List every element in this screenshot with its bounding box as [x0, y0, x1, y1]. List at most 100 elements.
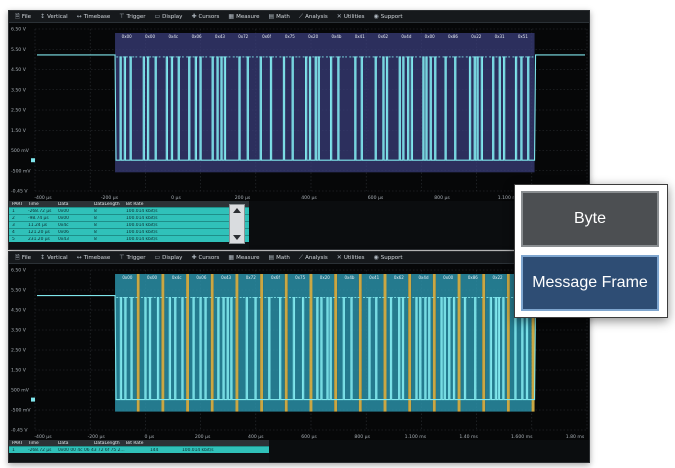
- table-row[interactable]: 2 -98.74 μs 0x00 8 100.014 kbit/s: [9, 214, 249, 221]
- menu-trigger[interactable]: ⊤ Trigger: [119, 254, 145, 261]
- decode-table[interactable]: PART Time Data DataLength Bit Rate 1 -268.72 μ…: [9, 440, 269, 462]
- table-row[interactable]: 3 11.24 μs 0x4c 8 100.014 kbit/s: [9, 221, 249, 228]
- y-tick-label: 5.50 V: [11, 47, 27, 53]
- decode-byte-label: 0x41: [369, 275, 379, 280]
- menu-file[interactable]: 🗎 File: [15, 253, 31, 263]
- menu-math[interactable]: ▤ Math: [268, 254, 289, 261]
- measure-icon: ▦: [228, 254, 235, 261]
- byte-view-button[interactable]: Byte: [521, 191, 659, 247]
- y-tick-label: -500 mV: [11, 168, 31, 174]
- menu-support[interactable]: ◉ Support: [374, 254, 403, 261]
- menu-utilities[interactable]: ✕ Utilities: [337, 254, 365, 261]
- table-cell: 0x00: [58, 215, 69, 221]
- decode-byte-label: 0x22: [493, 275, 503, 280]
- x-tick-label: 1.40 ms: [459, 434, 478, 440]
- decode-byte-label: 0x4c: [168, 34, 178, 39]
- scroll-down-icon[interactable]: [233, 235, 241, 240]
- waveform-plot[interactable]: 6.50 V 5.50 V 4.50 V 3.50 V 2.50 V 1.50 V 500 …: [9, 264, 589, 440]
- menu-cursors[interactable]: ✚ Cursors: [191, 254, 219, 261]
- table-row[interactable]: 1 -268.72 μs 0x00 8 100.014 kbit/s: [9, 207, 249, 214]
- cursors-icon: ✚: [191, 254, 197, 261]
- table-cell: 8: [94, 229, 97, 235]
- table-row[interactable]: 5 231.20 μs 0x43 8 100.014 kbit/s: [9, 235, 249, 242]
- vertical-icon: ↕: [40, 254, 46, 261]
- column-header[interactable]: PART: [9, 441, 25, 446]
- menu-label: File: [21, 13, 32, 20]
- frame-ack-band: [432, 274, 436, 412]
- menu-label: Timebase: [83, 254, 111, 261]
- menu-support[interactable]: ◉ Support: [374, 13, 403, 20]
- column-header[interactable]: Time: [25, 202, 55, 207]
- menu-label: Cursors: [198, 13, 220, 20]
- frame-ack-band: [506, 274, 510, 412]
- y-tick-label: 3.50 V: [11, 87, 27, 93]
- trigger-icon: ⊤: [119, 13, 125, 20]
- menu-label: Display: [162, 13, 183, 20]
- menu-timebase[interactable]: ↔ Timebase: [77, 13, 111, 20]
- menu-analysis[interactable]: ⟋ Analysis: [299, 13, 328, 21]
- decode-byte-label: 0x86: [448, 34, 458, 39]
- decode-byte-label: 0x20: [320, 275, 330, 280]
- decode-byte-label: 0x6f: [271, 275, 280, 280]
- table-cell: 100.014 kbit/s: [126, 215, 158, 221]
- y-tick-label: 1.50 V: [11, 128, 27, 134]
- menu-math[interactable]: ▤ Math: [268, 13, 289, 20]
- menu-label: Cursors: [198, 254, 220, 261]
- frame-ack-band: [334, 274, 338, 412]
- decode-byte-label: 0x43: [215, 34, 225, 39]
- support-icon: ◉: [373, 254, 379, 261]
- column-header[interactable]: Data: [55, 441, 91, 446]
- table-cell: 3: [12, 222, 15, 228]
- decode-byte-label: 0x41: [355, 34, 365, 39]
- menu-label: Trigger: [126, 13, 146, 20]
- scroll-up-icon[interactable]: [233, 208, 241, 213]
- menu-label: Utilities: [343, 13, 365, 20]
- column-header[interactable]: Bit Rate: [123, 202, 175, 207]
- frame-ack-band: [309, 274, 313, 412]
- decode-byte-label: 0x72: [238, 34, 248, 39]
- waveform-svg: 6.50 V 5.50 V 4.50 V 3.50 V 2.50 V 1.50 V 500 …: [11, 268, 588, 440]
- table-cell: 144: [150, 447, 159, 453]
- menu-vertical[interactable]: ↕ Vertical: [40, 13, 68, 20]
- column-header[interactable]: Bit Rate: [123, 441, 175, 446]
- frame-band: [287, 274, 310, 412]
- x-tick-label: 800 μs: [354, 434, 370, 440]
- support-icon: ◉: [373, 13, 379, 20]
- column-header[interactable]: Data: [55, 202, 91, 207]
- menu-measure[interactable]: ▦ Measure: [228, 254, 259, 261]
- menu-trigger[interactable]: ⊤ Trigger: [119, 13, 145, 20]
- file-icon: 🗎: [15, 253, 20, 261]
- menu-display[interactable]: ▭ Display: [154, 254, 182, 261]
- menu-cursors[interactable]: ✚ Cursors: [191, 13, 219, 20]
- table-scrollbar[interactable]: [229, 204, 245, 244]
- table-row[interactable]: 4 121.20 μs 0x06 8 100.014 kbit/s: [9, 228, 249, 235]
- menu-analysis[interactable]: ⟋ Analysis: [299, 254, 328, 262]
- table-cell: 100.014 kbit/s: [182, 447, 214, 453]
- decode-byte-label: 0x22: [471, 34, 481, 39]
- decode-byte-label: 0x00: [122, 275, 132, 280]
- table-cell: 231.20 μs: [28, 236, 50, 242]
- decode-table[interactable]: PART Time Data DataLength Bit Rate 1 -268.72 μ…: [9, 201, 249, 249]
- column-header[interactable]: PART: [9, 202, 25, 207]
- menu-display[interactable]: ▭ Display: [154, 13, 182, 20]
- menu-timebase[interactable]: ↔ Timebase: [77, 254, 111, 261]
- utilities-icon: ✕: [336, 13, 342, 20]
- column-header[interactable]: DataLength: [91, 441, 123, 446]
- table-row[interactable]: 1 -268.72 μs 0x00 00 4c 06 43 72 6f 75 2..…: [9, 446, 269, 453]
- frame-band: [386, 274, 409, 412]
- menu-vertical[interactable]: ↕ Vertical: [40, 254, 68, 261]
- decode-byte-label: 0x00: [145, 34, 155, 39]
- y-tick-label: 5.50 V: [11, 288, 27, 294]
- menu-file[interactable]: 🗎 File: [15, 12, 31, 22]
- menu-utilities[interactable]: ✕ Utilities: [337, 13, 365, 20]
- waveform-plot[interactable]: 6.50 V 5.50 V 4.50 V 3.50 V 2.50 V 1.50 V 500 …: [9, 23, 589, 201]
- column-header[interactable]: Time: [25, 441, 55, 446]
- menu-measure[interactable]: ▦ Measure: [228, 13, 259, 20]
- column-header[interactable]: DataLength: [91, 202, 123, 207]
- message-frame-view-button[interactable]: Message Frame: [521, 255, 659, 311]
- frame-ack-band: [260, 274, 264, 412]
- cursors-icon: ✚: [191, 13, 197, 20]
- timebase-icon: ↔: [76, 13, 82, 20]
- table-cell: 5: [12, 236, 15, 242]
- decode-byte-label: 0x00: [147, 275, 157, 280]
